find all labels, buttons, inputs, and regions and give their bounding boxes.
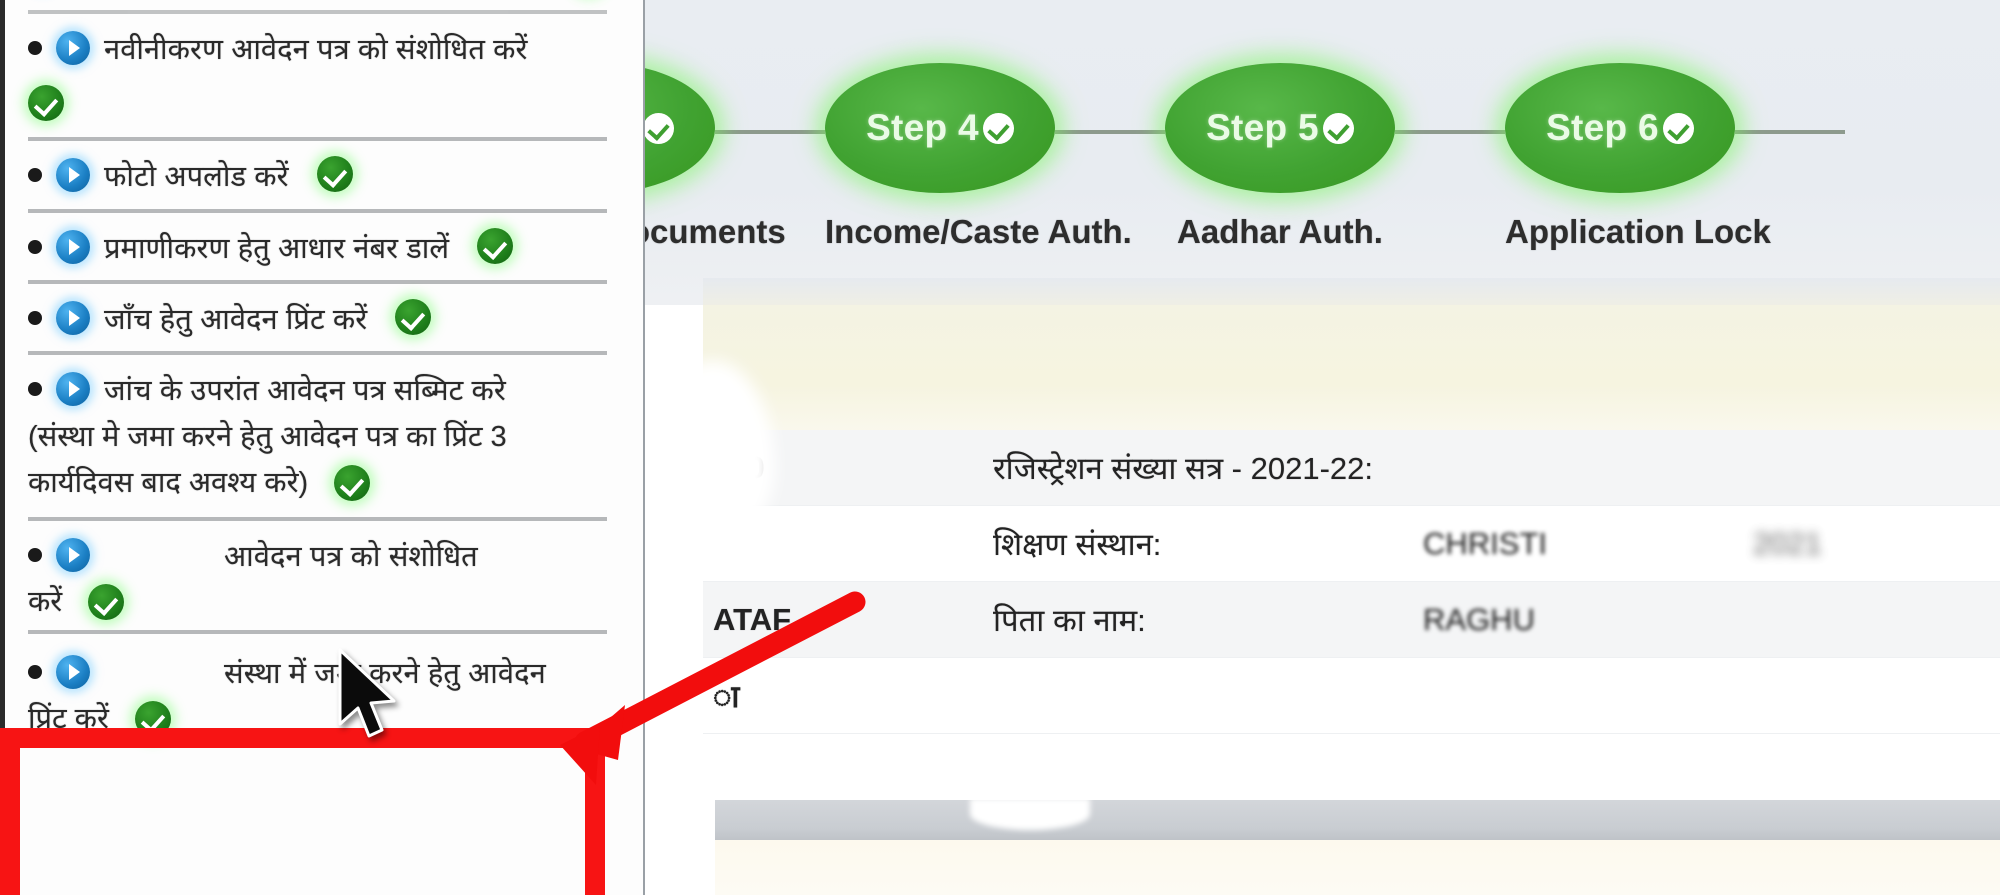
checklist-sidebar: जानकारी भरें नवीनीकरण आवेदन पत्र को संशो… — [0, 0, 645, 895]
list-item-label: प्रमाणीकरण हेतु आधार नंबर डालें — [104, 232, 450, 265]
blue-play-arrow-icon — [56, 371, 90, 406]
table-row: ATAF पिता का नाम: RAGHU — [703, 582, 2000, 658]
step-caption-5: Aadhar Auth. — [1177, 213, 1383, 250]
step-pill-5[interactable]: Step 5 — [1165, 63, 1395, 193]
step-connector — [1055, 130, 1165, 134]
step-pill-4[interactable]: Step 4 — [825, 63, 1055, 193]
bullet-dot — [28, 41, 42, 56]
step-connector — [1735, 130, 1845, 134]
list-item-label: फोटो अपलोड करें — [104, 161, 289, 194]
check-icon — [645, 112, 674, 144]
check-icon — [1322, 112, 1354, 144]
bullet-dot — [28, 239, 42, 254]
row-value-extra: 2021 — [1753, 525, 1822, 561]
list-item-label: जांच के उपरांत आवेदन पत्र सब्मिट करे — [104, 374, 506, 407]
list-item-label: नवीनीकरण आवेदन पत्र को संशोधित करें — [104, 34, 528, 67]
list-item-label: जाँच हेतु आवेदन प्रिंट करें — [104, 303, 368, 336]
step-pill-6[interactable]: Step 6 — [1505, 63, 1735, 193]
step-pill-3[interactable]: Step 3 — [645, 63, 715, 193]
row-label-father-name: पिता का नाम: — [993, 602, 1146, 638]
check-icon — [1662, 112, 1694, 144]
sidebar-item-photo-upload[interactable]: फोटो अपलोड करें — [28, 141, 607, 213]
step-item-5[interactable]: Step 5 Aadhar Auth. — [1165, 63, 1395, 251]
step-label-6: Step 6 — [1546, 107, 1659, 148]
bullet-dot — [28, 548, 42, 563]
row-code: ATAF — [713, 601, 792, 637]
row-label-institution: शिक्षण संस्थान: — [993, 526, 1162, 562]
list-item-label-line2: (संस्था मे जमा करने हेतु आवेदन पत्र का प… — [28, 421, 507, 454]
blue-play-arrow-icon — [56, 158, 90, 193]
bottom-toolbar — [715, 800, 2000, 840]
sidebar-item-renewal-amend[interactable]: नवीनीकरण आवेदन पत्र को संशोधित करें — [28, 14, 607, 142]
table-row: 210 रजिस्ट्रेशन संख्या सत्र - 2021-22: — [703, 430, 2000, 506]
band-divider — [703, 278, 2000, 308]
green-check-icon — [28, 85, 64, 122]
row-code: ा — [713, 678, 740, 714]
blue-play-arrow-icon — [56, 229, 90, 264]
green-check-icon — [316, 156, 353, 193]
blue-play-arrow-icon — [56, 538, 90, 573]
list-item-label-line3: कार्यदिवस बाद अवश्य करे) — [28, 466, 309, 499]
step-caption-3: Upload Documents — [645, 213, 786, 250]
list-item-status-row — [28, 81, 607, 137]
steps-strip: Step 3 Upload Documents Step 4 Income/Ca… — [645, 25, 2000, 250]
green-check-icon — [88, 584, 125, 621]
check-icon — [982, 112, 1014, 144]
step-label-4: Step 4 — [866, 107, 979, 148]
list-item-label-line2-row: करें — [28, 580, 607, 630]
green-check-icon — [134, 701, 171, 738]
blue-play-arrow-icon — [56, 31, 90, 66]
sidebar-item-submit-after-verification[interactable]: जांच के उपरांत आवेदन पत्र सब्मिट करे (सं… — [28, 355, 607, 522]
bullet-dot — [28, 310, 42, 325]
step-connector — [715, 130, 825, 134]
checklist: जानकारी भरें नवीनीकरण आवेदन पत्र को संशो… — [0, 0, 643, 753]
list-item-label-line2-row: (संस्था मे जमा करने हेतु आवेदन पत्र का प… — [28, 416, 607, 461]
bullet-dot — [28, 665, 42, 680]
cream-highlight-band — [703, 305, 2000, 450]
blue-play-arrow-icon — [56, 655, 90, 690]
main-content-panel: Step 3 Upload Documents Step 4 Income/Ca… — [645, 0, 2000, 895]
list-item-label-line3-row: कार्यदिवस बाद अवश्य करे) — [28, 461, 607, 517]
list-item-label: आवेदन पत्र को संशोधित — [224, 541, 478, 574]
list-item-label-line2-row: प्रिंट करें — [28, 697, 607, 753]
step-item-4[interactable]: Step 4 Income/Caste Auth. — [825, 63, 1132, 251]
list-item-label-line2: करें — [28, 585, 63, 618]
list-item-label: संस्था में जमा करने हेतु आवेदन — [224, 658, 546, 691]
row-value-institution: CHRISTI — [1423, 525, 1547, 561]
green-check-icon — [334, 465, 371, 502]
green-check-icon — [477, 227, 514, 264]
sidebar-item-print-for-verification[interactable]: जाँच हेतु आवेदन प्रिंट करें — [28, 284, 607, 355]
screenshot-root: Step 3 Upload Documents Step 4 Income/Ca… — [0, 0, 2000, 895]
step-caption-4: Income/Caste Auth. — [825, 213, 1132, 250]
green-check-icon — [395, 298, 432, 335]
list-item[interactable]: जानकारी भरें — [28, 0, 607, 15]
step-label-5: Step 5 — [1206, 107, 1319, 148]
sidebar-item-amend-application[interactable]: आवेदन पत्र को संशोधित करें — [28, 521, 607, 630]
bottom-cream-band — [715, 840, 2000, 895]
row-value-father-name: RAGHU — [1423, 601, 1535, 637]
step-caption-6: Application Lock — [1505, 213, 1771, 250]
step-item-6[interactable]: Step 6 Application Lock — [1505, 63, 1771, 251]
step-item-3[interactable]: Step 3 Upload Documents — [645, 63, 786, 251]
list-item-label-line2: प्रिंट करें — [28, 702, 109, 735]
table-row: ा — [703, 658, 2000, 734]
application-detail-card: 210 रजिस्ट्रेशन संख्या सत्र - 2021-22: श… — [703, 430, 2000, 780]
bullet-dot — [28, 168, 42, 183]
sidebar-item-print-for-institution-submission[interactable]: संस्था में जमा करने हेतु आवेदन प्रिंट कर… — [28, 630, 607, 753]
blue-play-arrow-icon — [56, 300, 90, 335]
application-steps-band: Step 3 Upload Documents Step 4 Income/Ca… — [645, 0, 2000, 305]
table-row: शिक्षण संस्थान: CHRISTI 2021 — [703, 506, 2000, 582]
row-label-registration-number: रजिस्ट्रेशन संख्या सत्र - 2021-22: — [993, 450, 1374, 486]
sidebar-item-aadhaar-number[interactable]: प्रमाणीकरण हेतु आधार नंबर डालें — [28, 213, 607, 284]
step-connector — [1395, 130, 1505, 134]
bullet-dot — [28, 381, 42, 396]
